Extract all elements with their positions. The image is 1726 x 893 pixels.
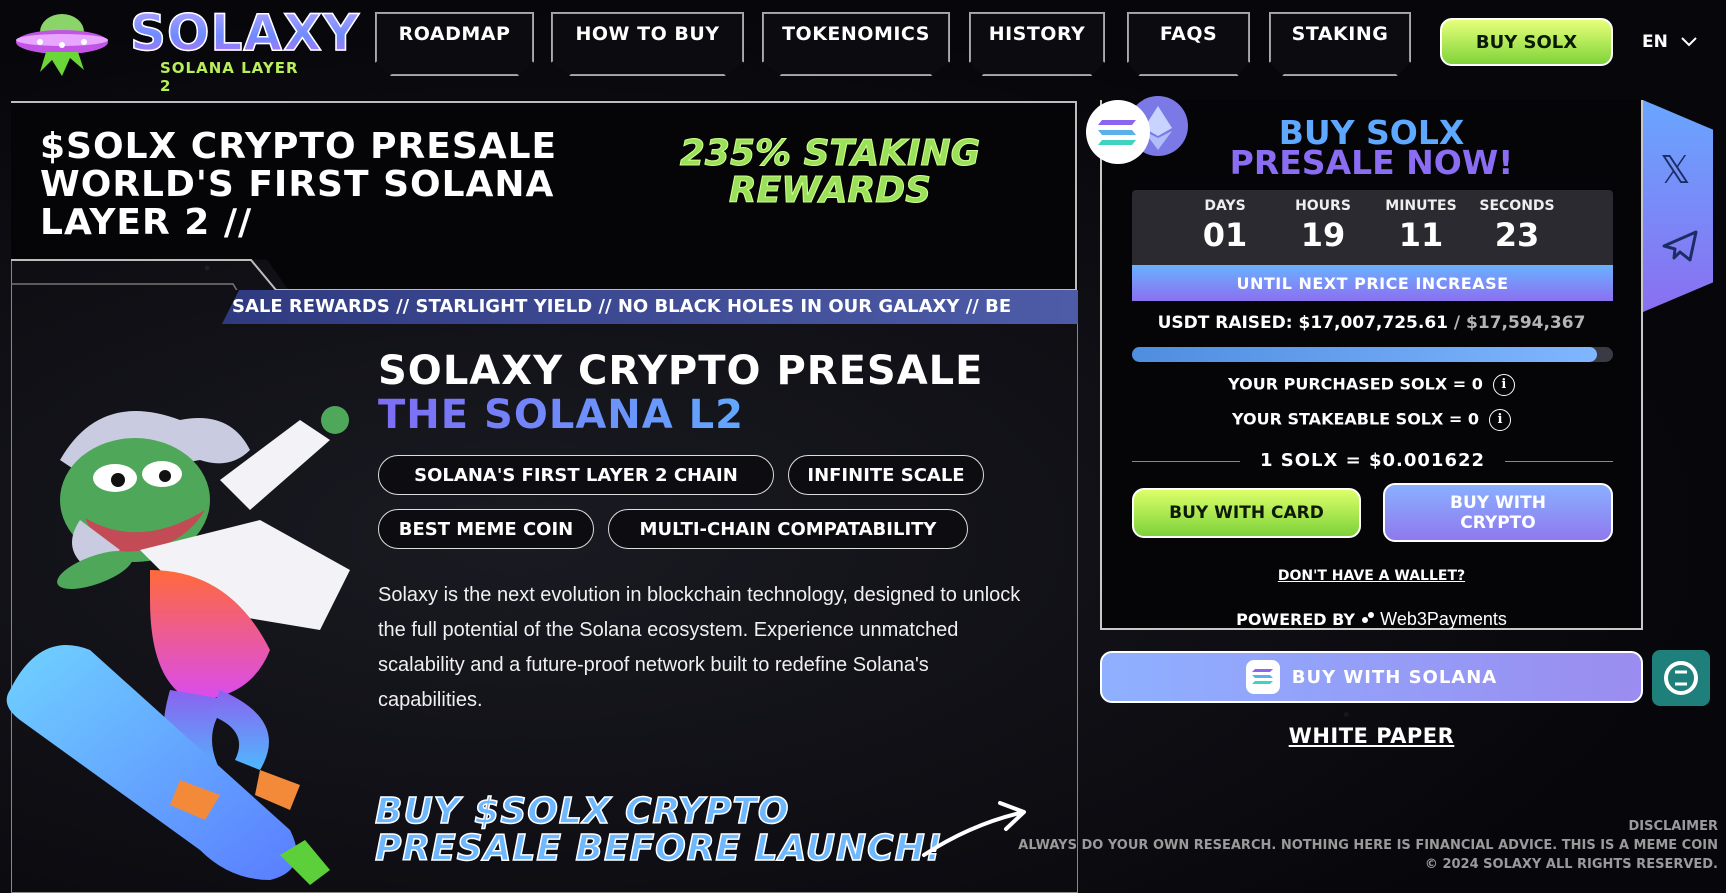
buy-with-solana-button[interactable]: BUY WITH SOLANA (1100, 651, 1643, 703)
nav-tokenomics[interactable]: TOKENOMICS (762, 12, 950, 76)
feature-chip: SOLANA'S FIRST LAYER 2 CHAIN (378, 455, 774, 495)
countdown-value: 11 (1398, 216, 1444, 254)
presale-cta[interactable]: BUY $SOLX CRYPTO PRESALE BEFORE LAUNCH! (374, 791, 944, 869)
brand-tagline: SOLANA LAYER 2 (160, 59, 299, 95)
price-increase-banner: UNTIL NEXT PRICE INCREASE (1132, 265, 1613, 301)
copyright: © 2024 SOLAXY ALL RIGHTS RESERVED. (1424, 857, 1718, 872)
countdown-value: 19 (1300, 216, 1346, 254)
disclaimer-text: ALWAYS DO YOUR OWN RESEARCH. NOTHING HER… (1018, 838, 1718, 853)
button-line: BUY WITH (1450, 492, 1546, 513)
countdown-label: DAYS (1204, 198, 1246, 214)
token-rate: 1 SOLX = $0.001622 (1240, 450, 1505, 471)
countdown-label: HOURS (1295, 198, 1351, 214)
staking-line: 235% STAKING (679, 133, 981, 174)
arrow-icon (922, 801, 1026, 857)
countdown-label: SECONDS (1479, 198, 1555, 214)
powered-label: POWERED BY (1236, 610, 1356, 629)
powered-by: POWERED BY Web3Payments (1100, 609, 1643, 630)
powered-brand: Web3Payments (1380, 609, 1507, 629)
info-icon[interactable]: i (1492, 374, 1515, 396)
countdown-seconds: SECONDS 23 (1462, 198, 1572, 254)
ticker-text: SALE REWARDS // STARLIGHT YIELD // NO BL… (232, 296, 1012, 317)
cta-line: PRESALE BEFORE LAUNCH! (374, 828, 944, 869)
ufo-logo-icon (16, 14, 108, 76)
raised-value: $17,007,725.61 (1298, 313, 1449, 333)
x-twitter-icon[interactable]: 𝕏 (1660, 148, 1691, 192)
purchased-label: YOUR PURCHASED SOLX = 0 (1228, 374, 1483, 394)
buy-with-crypto-button[interactable]: BUY WITH CRYPTO (1383, 483, 1613, 542)
staking-rewards: 235% STAKING REWARDS (660, 133, 1000, 211)
buy-solana-label: BUY WITH SOLANA (1291, 666, 1498, 688)
nav-how-to-buy[interactable]: HOW TO BUY (551, 12, 744, 76)
usdt-raised: USDT RAISED: $17,007,725.61 / $17,594,36… (1100, 313, 1643, 333)
buy-with-card-button[interactable]: BUY WITH CARD (1132, 488, 1361, 538)
countdown-hours: HOURS 19 (1268, 198, 1378, 254)
ticker-banner: SALE REWARDS // STARLIGHT YIELD // NO BL… (222, 290, 1078, 324)
white-paper-link[interactable]: WHITE PAPER (1100, 724, 1643, 748)
raised-goal: $17,594,367 (1466, 313, 1586, 333)
countdown-label: MINUTES (1385, 198, 1457, 214)
raise-progress-fill (1132, 347, 1597, 362)
raised-separator: / (1448, 313, 1467, 333)
countdown-value: 01 (1202, 216, 1248, 254)
disclaimer-title: DISCLAIMER (1628, 819, 1718, 834)
feature-chip: BEST MEME COIN (378, 509, 594, 549)
countdown-value: 23 (1494, 216, 1540, 254)
language-label: EN (1642, 32, 1668, 52)
info-icon[interactable]: i (1489, 409, 1511, 431)
social-rail (1643, 100, 1713, 312)
nav-history[interactable]: HISTORY (969, 12, 1105, 76)
buy-solx-button[interactable]: BUY SOLX (1440, 18, 1613, 66)
countdown-minutes: MINUTES 11 (1366, 198, 1476, 254)
purchased-solx: YOUR PURCHASED SOLX = 0 i (1100, 374, 1643, 396)
coin-tool-icon[interactable] (1652, 650, 1710, 706)
feature-chip: INFINITE SCALE (788, 455, 984, 495)
raised-label: USDT RAISED: (1157, 313, 1293, 333)
headline-line: $SOLX CRYPTO PRESALE (40, 126, 558, 167)
pepe-mascot-illustration (6, 406, 350, 885)
logo[interactable]: SOLAXY SOLANA LAYER 2 (10, 3, 360, 95)
nav-roadmap[interactable]: ROADMAP (375, 12, 534, 76)
web3payments-icon (1361, 612, 1374, 623)
chevron-down-icon (1681, 37, 1697, 47)
language-selector[interactable]: EN (1642, 32, 1698, 52)
widget-subtitle: PRESALE NOW! (1229, 143, 1514, 182)
feature-chip: MULTI-CHAIN COMPATABILITY (608, 509, 968, 549)
headline-line: LAYER 2 // (40, 202, 253, 243)
solana-icon (1245, 660, 1280, 694)
staking-line: REWARDS (728, 170, 932, 211)
telegram-icon[interactable] (1660, 226, 1700, 266)
headline-line: WORLD'S FIRST SOLANA (40, 164, 555, 205)
no-wallet-link[interactable]: DON'T HAVE A WALLET? (1100, 568, 1643, 584)
nav-faqs[interactable]: FAQS (1127, 12, 1250, 76)
hero-description: Solaxy is the next evolution in blockcha… (378, 584, 1021, 711)
nav-staking[interactable]: STAKING (1269, 12, 1411, 76)
hero-subtitle: THE SOLANA L2 (378, 392, 744, 438)
stakeable-solx: YOUR STAKEABLE SOLX = 0 i (1100, 409, 1643, 431)
headline: $SOLX CRYPTO PRESALE WORLD'S FIRST SOLAN… (40, 128, 600, 242)
brand-name: SOLAXY (129, 3, 360, 63)
hero-title: SOLAXY CRYPTO PRESALE (378, 348, 984, 394)
cta-line: BUY $SOLX CRYPTO (374, 791, 790, 832)
countdown-days: DAYS 01 (1170, 198, 1280, 254)
button-line: CRYPTO (1460, 512, 1536, 533)
stakeable-label: YOUR STAKEABLE SOLX = 0 (1231, 409, 1479, 429)
